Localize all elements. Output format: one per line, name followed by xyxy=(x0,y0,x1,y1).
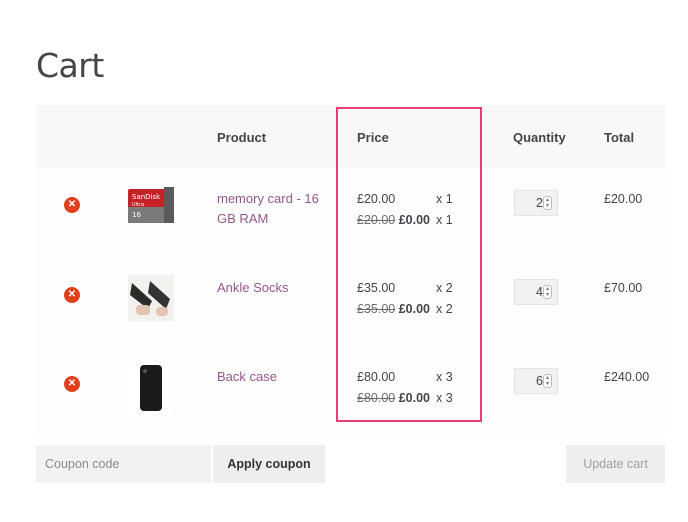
sale-price: £0.00 xyxy=(398,213,430,227)
cart-row: ✕ Back case £80.00 x 3 £80.00 £0.00 x 3 … xyxy=(36,346,665,435)
remove-item-icon[interactable]: ✕ xyxy=(64,376,80,392)
sale-quantity: x 1 xyxy=(436,213,453,227)
cart-table: Product Price Quantity Total ✕ SanDisk U… xyxy=(36,105,665,435)
price-quantity: x 2 xyxy=(436,281,453,295)
sale-price-line: £80.00 £0.00 xyxy=(357,391,430,405)
quantity-stepper[interactable]: ▴▾ xyxy=(514,279,558,305)
original-price: £80.00 xyxy=(357,391,396,405)
header-product: Product xyxy=(217,130,267,145)
original-price: £35.00 xyxy=(357,302,396,316)
update-cart-button[interactable]: Update cart xyxy=(566,445,665,483)
product-link[interactable]: Ankle Socks xyxy=(217,278,327,298)
quantity-input[interactable] xyxy=(515,191,543,215)
remove-item-icon[interactable]: ✕ xyxy=(64,287,80,303)
socks-image xyxy=(128,275,174,321)
sd-card-image: SanDisk Ultra 16 xyxy=(128,187,174,223)
sale-price-line: £20.00 £0.00 xyxy=(357,213,430,227)
sale-price: £0.00 xyxy=(398,302,430,316)
phone-case-image xyxy=(128,363,174,415)
svg-text:Ultra: Ultra xyxy=(132,202,144,208)
sale-price: £0.00 xyxy=(398,391,430,405)
quantity-stepper[interactable]: ▴▾ xyxy=(514,368,558,394)
price-quantity: x 3 xyxy=(436,370,453,384)
cart-row: ✕ SanDisk Ultra 16 memory card - 16 GB R… xyxy=(36,167,665,257)
quantity-input[interactable] xyxy=(515,280,543,304)
cart-table-header: Product Price Quantity Total xyxy=(36,105,665,167)
cart-actions: Apply coupon Update cart xyxy=(36,445,665,483)
quantity-stepper[interactable]: ▴▾ xyxy=(514,190,558,216)
unit-price: £35.00 xyxy=(357,281,396,295)
svg-text:16: 16 xyxy=(132,211,141,219)
line-total: £20.00 xyxy=(604,192,643,206)
svg-text:SanDisk: SanDisk xyxy=(132,193,161,201)
line-total: £240.00 xyxy=(604,370,650,384)
page-title: Cart xyxy=(36,46,104,85)
spinner-arrows-icon[interactable]: ▴ ▾ xyxy=(543,374,552,388)
remove-item-icon[interactable]: ✕ xyxy=(64,197,80,213)
line-total: £70.00 xyxy=(604,281,643,295)
spinner-arrows-icon[interactable]: ▴ ▾ xyxy=(543,285,552,299)
cart-row: ✕ Ankle Socks £35.00 x 2 £35.00 £0.00 x … xyxy=(36,257,665,346)
unit-price: £80.00 xyxy=(357,370,396,384)
product-link[interactable]: Back case xyxy=(217,367,327,387)
price-quantity: x 1 xyxy=(436,192,453,206)
product-link[interactable]: memory card - 16 GB RAM xyxy=(217,189,327,229)
header-total: Total xyxy=(604,130,635,145)
sale-price-line: £35.00 £0.00 xyxy=(357,302,430,316)
original-price: £20.00 xyxy=(357,213,396,227)
spinner-arrows-icon[interactable]: ▴ ▾ xyxy=(543,196,552,210)
quantity-input[interactable] xyxy=(515,369,543,393)
header-quantity: Quantity xyxy=(513,130,566,145)
unit-price: £20.00 xyxy=(357,192,396,206)
apply-coupon-button[interactable]: Apply coupon xyxy=(213,445,325,483)
header-price: Price xyxy=(357,130,389,145)
coupon-code-input[interactable] xyxy=(36,445,211,483)
sale-quantity: x 3 xyxy=(436,391,453,405)
sale-quantity: x 2 xyxy=(436,302,453,316)
